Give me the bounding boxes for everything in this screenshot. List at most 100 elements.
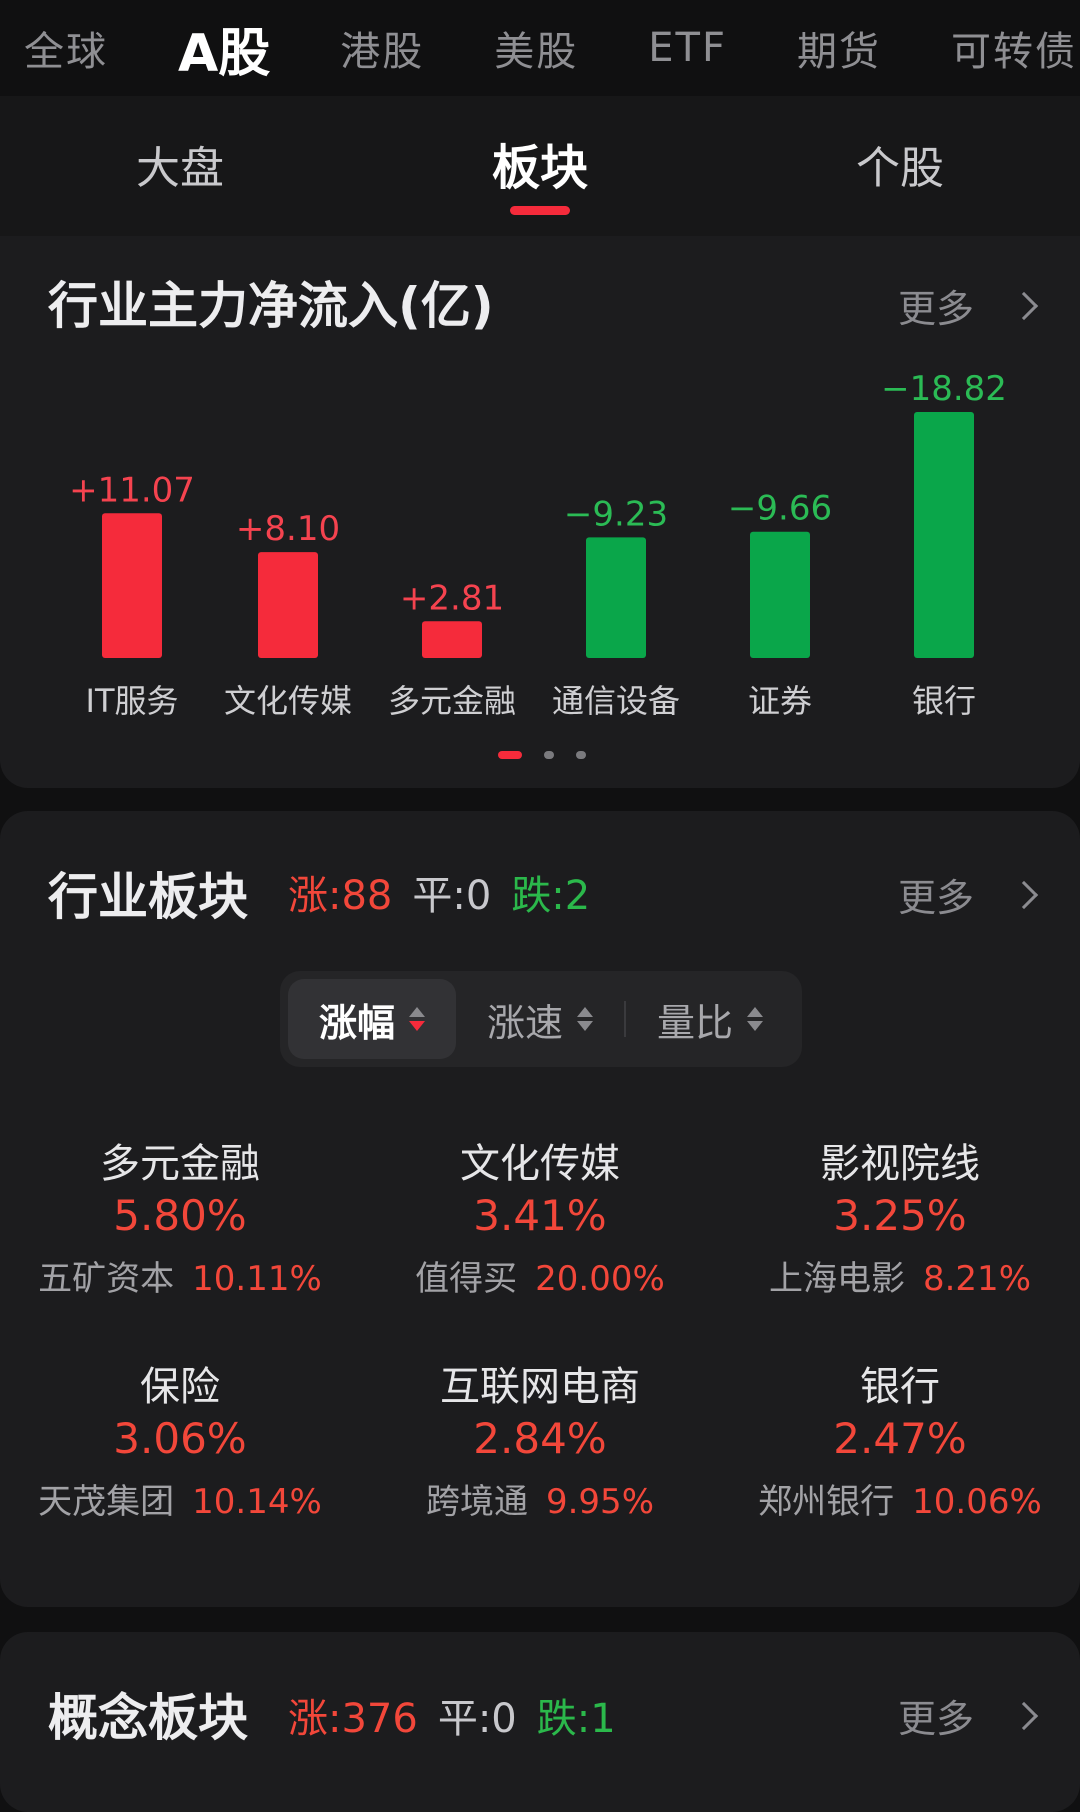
flow-bar[interactable] xyxy=(102,513,162,658)
sub-tabs: 大盘 板块 个股 xyxy=(0,96,1080,236)
concept-more-link[interactable]: 更多 xyxy=(897,1688,1039,1743)
sector-item[interactable]: 影视院线 3.25% 上海电影 8.21% xyxy=(720,1131,1080,1300)
lead-change: 10.14% xyxy=(192,1482,322,1522)
sort-bar: 涨幅 涨速 量比 xyxy=(280,971,802,1067)
active-tab-indicator xyxy=(510,206,570,215)
sort-label: 涨速 xyxy=(486,1000,563,1045)
chevron-right-icon xyxy=(1009,880,1039,909)
tab-market[interactable]: 大盘 xyxy=(60,132,300,196)
sector-item[interactable]: 银行 2.47% 郑州银行 10.06% xyxy=(720,1354,1080,1523)
concept-stats: 涨:376 平:0 跌:1 xyxy=(288,1686,616,1744)
industry-flow-card: 行业主力净流入(亿) 更多 +11.07 IT服务 +8.10 文化传媒 +2.81 多元… xyxy=(0,236,1080,788)
flow-category-label: 文化传媒 xyxy=(224,682,352,720)
lead-name: 郑州银行 xyxy=(758,1482,895,1522)
lead-name: 跨境通 xyxy=(425,1482,528,1522)
lead-change: 10.06% xyxy=(912,1482,1042,1522)
flow-value-label: +2.81 xyxy=(400,578,504,618)
down-count: 跌:2 xyxy=(511,873,591,919)
sort-arrows-icon xyxy=(409,1007,425,1031)
flow-value-label: −9.23 xyxy=(564,494,668,534)
leading-stock: 值得买 20.00% xyxy=(360,1251,720,1300)
concept-sector-card: 概念板块 涨:376 平:0 跌:1 更多 xyxy=(0,1632,1080,1812)
page-dot-2 xyxy=(544,751,554,759)
lead-change: 8.21% xyxy=(922,1259,1031,1299)
page-dot-1 xyxy=(498,751,522,759)
tab-stocks[interactable]: 个股 xyxy=(780,132,1020,196)
sector-change: 3.06% xyxy=(113,1414,247,1463)
flow-value-label: −9.66 xyxy=(728,489,832,529)
leading-stock: 天茂集团 10.14% xyxy=(0,1474,360,1523)
more-label: 更多 xyxy=(897,1697,974,1741)
sort-arrows-icon xyxy=(747,1007,763,1031)
concept-title: 概念板块 xyxy=(48,1689,248,1747)
leading-stock: 郑州银行 10.06% xyxy=(720,1474,1080,1523)
sector-change: 3.41% xyxy=(473,1191,607,1240)
lead-change: 20.00% xyxy=(535,1259,665,1299)
lead-name: 值得买 xyxy=(415,1259,518,1299)
page-dot-3 xyxy=(576,751,586,759)
lead-name: 天茂集团 xyxy=(38,1482,175,1522)
sector-item[interactable]: 保险 3.06% 天茂集团 10.14% xyxy=(0,1354,360,1523)
sort-label: 涨幅 xyxy=(318,1000,395,1045)
page-indicator xyxy=(498,751,608,759)
flow-bar[interactable] xyxy=(750,531,810,658)
flow-bar[interactable] xyxy=(586,537,646,658)
tab-us[interactable]: 美股 xyxy=(494,19,578,77)
flow-bar[interactable] xyxy=(258,552,318,658)
sector-change: 2.84% xyxy=(473,1414,607,1463)
tab-global[interactable]: 全球 xyxy=(24,19,108,77)
sector-item[interactable]: 互联网电商 2.84% 跨境通 9.95% xyxy=(360,1354,720,1523)
flow-value-label: −18.82 xyxy=(881,369,1007,409)
lead-name: 五矿资本 xyxy=(38,1259,175,1299)
leading-stock: 跨境通 9.95% xyxy=(360,1474,720,1523)
sector-name: 银行 xyxy=(860,1364,940,1410)
tab-sectors[interactable]: 板块 xyxy=(420,128,660,198)
sector-name: 多元金融 xyxy=(100,1141,260,1187)
industry-stats: 涨:88 平:0 跌:2 xyxy=(288,863,590,921)
industry-title: 行业板块 xyxy=(48,868,248,926)
up-count: 涨:376 xyxy=(288,1696,418,1742)
sort-label: 量比 xyxy=(656,1000,733,1045)
tab-futures[interactable]: 期货 xyxy=(797,19,881,77)
flow-category-label: 通信设备 xyxy=(552,682,680,720)
tab-convertible[interactable]: 可转债 xyxy=(951,19,1077,77)
market-tabs: 全球 A股 港股 美股 ETF 期货 可转债 其他 xyxy=(0,0,1080,96)
tab-etf[interactable]: ETF xyxy=(648,25,727,71)
sort-speed-button[interactable]: 涨速 xyxy=(456,979,624,1059)
lead-change: 9.95% xyxy=(545,1482,654,1522)
sector-item[interactable]: 文化传媒 3.41% 值得买 20.00% xyxy=(360,1131,720,1300)
sector-item[interactable]: 多元金融 5.80% 五矿资本 10.11% xyxy=(0,1131,360,1300)
lead-name: 上海电影 xyxy=(768,1259,905,1299)
more-label: 更多 xyxy=(897,876,974,920)
lead-change: 10.11% xyxy=(192,1259,322,1299)
industry-sector-card: 行业板块 涨:88 平:0 跌:2 更多 涨幅 涨速 量比 多元金融 5.80%… xyxy=(0,811,1080,1607)
sector-change: 2.47% xyxy=(833,1414,967,1463)
chevron-right-icon xyxy=(1009,1701,1039,1730)
flow-category-label: 多元金融 xyxy=(388,682,516,720)
down-count: 跌:1 xyxy=(536,1696,616,1742)
flow-bar[interactable] xyxy=(914,412,974,658)
flow-category-label: 证券 xyxy=(748,682,812,720)
sector-name: 保险 xyxy=(140,1364,220,1410)
flow-bar[interactable] xyxy=(422,621,482,658)
sector-grid: 多元金融 5.80% 五矿资本 10.11% 文化传媒 3.41% 值得买 20.0… xyxy=(0,1131,1080,1523)
industry-more-link[interactable]: 更多 xyxy=(897,867,1039,922)
tab-a-share[interactable]: A股 xyxy=(178,11,270,86)
up-count: 涨:88 xyxy=(288,873,393,919)
flow-value-label: +8.10 xyxy=(236,509,340,549)
sector-change: 5.80% xyxy=(113,1191,247,1240)
sector-name: 文化传媒 xyxy=(460,1141,620,1187)
sort-arrows-icon xyxy=(577,1007,593,1031)
sector-name: 影视院线 xyxy=(820,1141,980,1187)
leading-stock: 五矿资本 10.11% xyxy=(0,1251,360,1300)
flat-count: 平:0 xyxy=(412,873,492,919)
flow-value-label: +11.07 xyxy=(69,470,195,510)
sector-name: 互联网电商 xyxy=(440,1364,640,1410)
tab-hk[interactable]: 港股 xyxy=(340,19,424,77)
flow-category-label: 银行 xyxy=(912,682,976,720)
flat-count: 平:0 xyxy=(437,1696,517,1742)
sort-volume-ratio-button[interactable]: 量比 xyxy=(626,979,794,1059)
sort-change-button[interactable]: 涨幅 xyxy=(288,979,456,1059)
sector-change: 3.25% xyxy=(833,1191,967,1240)
flow-bar-chart[interactable]: +11.07 IT服务 +8.10 文化传媒 +2.81 多元金融 −9.23 通信设备 −9.… xyxy=(0,236,1080,788)
